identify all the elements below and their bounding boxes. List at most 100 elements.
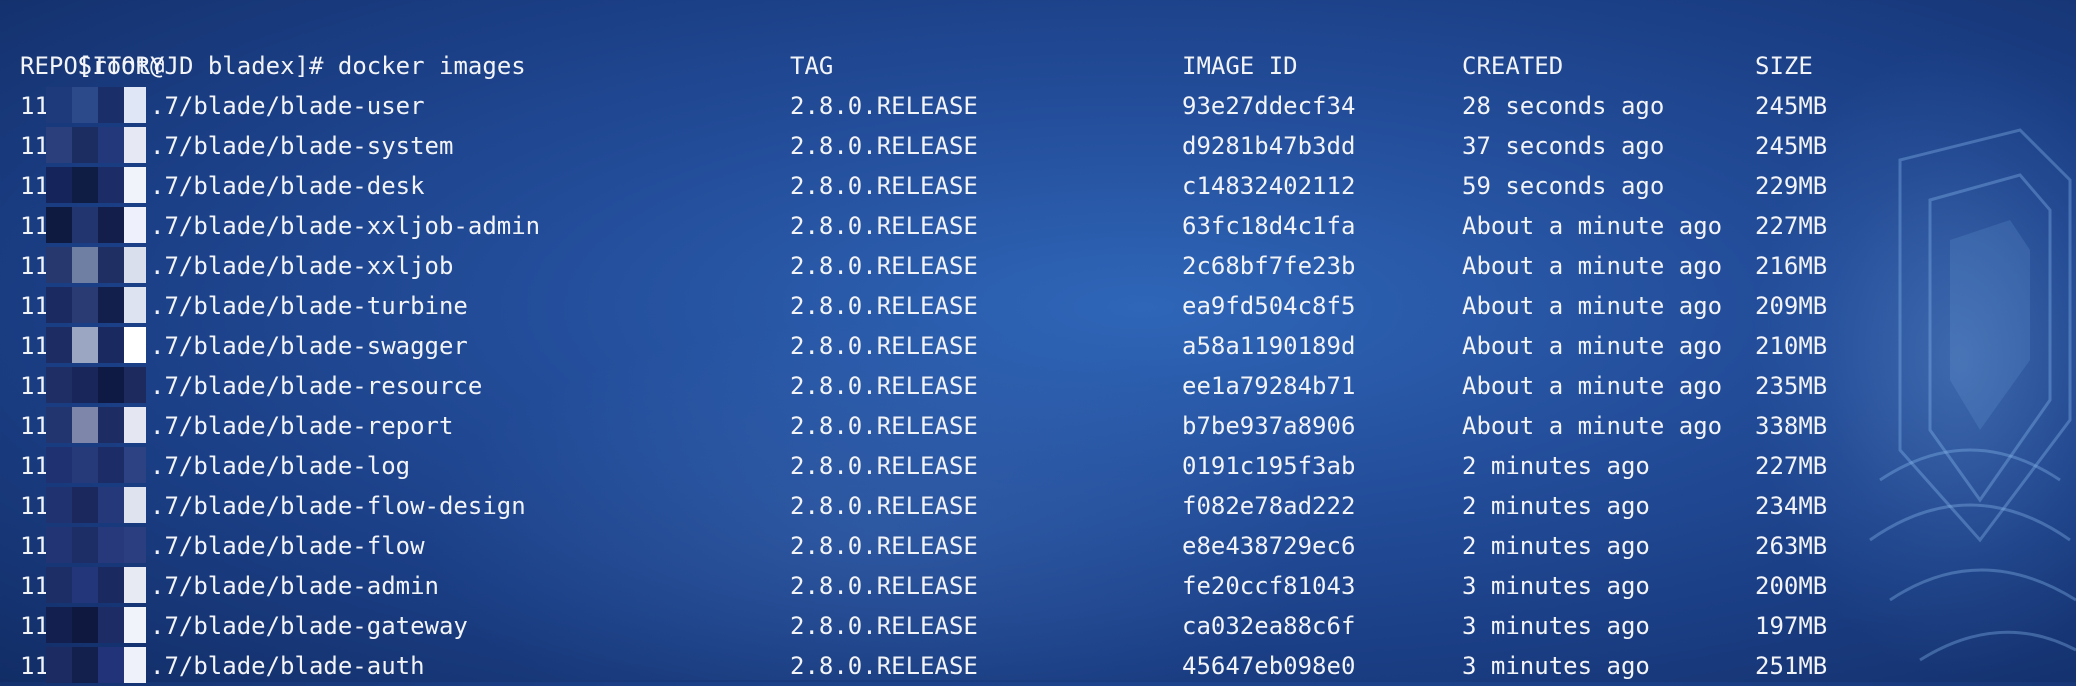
redacted-mosaic — [46, 607, 150, 643]
created-cell: About a minute ago — [1462, 332, 1723, 360]
image-id-cell: fe20ccf81043 — [1182, 572, 1356, 600]
repository-cell: 11 .7/blade/blade-resource — [20, 366, 482, 406]
repository-prefix: 11 — [20, 652, 49, 680]
size-cell: 229MB — [1755, 172, 1828, 200]
size-cell: 338MB — [1755, 412, 1828, 440]
redacted-mosaic — [46, 647, 150, 683]
repository-name: .7/blade/blade-admin — [150, 572, 439, 600]
repository-prefix: 11 — [20, 612, 49, 640]
created-cell: About a minute ago — [1462, 212, 1723, 240]
size-cell: 251MB — [1755, 652, 1828, 680]
created-cell: 28 seconds ago — [1462, 92, 1665, 120]
redacted-mosaic — [46, 447, 150, 483]
repository-name: .7/blade/blade-system — [150, 132, 454, 160]
repository-prefix: 11 — [20, 332, 49, 360]
redacted-mosaic — [46, 327, 150, 363]
repository-name: .7/blade/blade-log — [150, 452, 411, 480]
tag-cell: 2.8.0.RELEASE — [790, 532, 978, 560]
tag-cell: 2.8.0.RELEASE — [790, 292, 978, 320]
tag-cell: 2.8.0.RELEASE — [790, 252, 978, 280]
image-id-cell: e8e438729ec6 — [1182, 532, 1356, 560]
image-id-cell: 63fc18d4c1fa — [1182, 212, 1356, 240]
header-created: CREATED — [1462, 52, 1564, 80]
size-cell: 263MB — [1755, 532, 1828, 560]
repository-cell: 11 .7/blade/blade-swagger — [20, 326, 468, 366]
redacted-mosaic — [46, 247, 150, 283]
repository-prefix: 11 — [20, 452, 49, 480]
repository-name: .7/blade/blade-xxljob-admin — [150, 212, 541, 240]
repository-name: .7/blade/blade-report — [150, 412, 454, 440]
repository-prefix: 11 — [20, 252, 49, 280]
repository-name: .7/blade/blade-auth — [150, 652, 425, 680]
image-id-cell: 0191c195f3ab — [1182, 452, 1356, 480]
repository-cell: 11 .7/blade/blade-admin — [20, 566, 439, 606]
image-id-cell: ca032ea88c6f — [1182, 612, 1356, 640]
size-cell: 227MB — [1755, 212, 1828, 240]
repository-name: .7/blade/blade-resource — [150, 372, 483, 400]
repository-cell: 11 .7/blade/blade-flow-design — [20, 486, 526, 526]
size-cell: 197MB — [1755, 612, 1828, 640]
tag-cell: 2.8.0.RELEASE — [790, 452, 978, 480]
created-cell: 3 minutes ago — [1462, 612, 1650, 640]
size-cell: 235MB — [1755, 372, 1828, 400]
repository-cell: 11 .7/blade/blade-xxljob — [20, 246, 453, 286]
redacted-mosaic — [46, 487, 150, 523]
size-cell: 216MB — [1755, 252, 1828, 280]
table-header: REPOSITORY TAG IMAGE ID CREATED SIZE — [20, 46, 1813, 86]
header-tag: TAG — [790, 52, 834, 80]
size-cell: 234MB — [1755, 492, 1828, 520]
repository-prefix: 11 — [20, 132, 49, 160]
redacted-mosaic — [46, 567, 150, 603]
size-cell: 227MB — [1755, 452, 1828, 480]
redacted-mosaic — [46, 167, 150, 203]
repository-cell: 11 .7/blade/blade-gateway — [20, 606, 468, 646]
size-cell: 245MB — [1755, 132, 1828, 160]
tag-cell: 2.8.0.RELEASE — [790, 652, 978, 680]
image-id-cell: a58a1190189d — [1182, 332, 1356, 360]
image-id-cell: ea9fd504c8f5 — [1182, 292, 1356, 320]
repository-cell: 11 .7/blade/blade-user — [20, 86, 425, 126]
created-cell: 2 minutes ago — [1462, 452, 1650, 480]
image-id-cell: d9281b47b3dd — [1182, 132, 1356, 160]
repository-cell: 11 .7/blade/blade-system — [20, 126, 453, 166]
repository-cell: 11 .7/blade/blade-desk — [20, 166, 425, 206]
created-cell: About a minute ago — [1462, 292, 1723, 320]
redacted-mosaic — [46, 287, 150, 323]
image-id-cell: 2c68bf7fe23b — [1182, 252, 1356, 280]
repository-name: .7/blade/blade-user — [150, 92, 425, 120]
tag-cell: 2.8.0.RELEASE — [790, 412, 978, 440]
repository-cell: 11 .7/blade/blade-auth — [20, 646, 425, 686]
tag-cell: 2.8.0.RELEASE — [790, 612, 978, 640]
size-cell: 200MB — [1755, 572, 1828, 600]
size-cell: 245MB — [1755, 92, 1828, 120]
created-cell: 3 minutes ago — [1462, 652, 1650, 680]
image-id-cell: f082e78ad222 — [1182, 492, 1356, 520]
size-cell: 210MB — [1755, 332, 1828, 360]
header-image-id: IMAGE ID — [1182, 52, 1298, 80]
created-cell: About a minute ago — [1462, 372, 1723, 400]
repository-cell: 11 .7/blade/blade-report — [20, 406, 453, 446]
tag-cell: 2.8.0.RELEASE — [790, 92, 978, 120]
redacted-mosaic — [46, 127, 150, 163]
header-size: SIZE — [1755, 52, 1813, 80]
tag-cell: 2.8.0.RELEASE — [790, 492, 978, 520]
repository-name: .7/blade/blade-swagger — [150, 332, 468, 360]
redacted-mosaic — [46, 207, 150, 243]
tag-cell: 2.8.0.RELEASE — [790, 172, 978, 200]
repository-cell: 11 .7/blade/blade-xxljob-admin — [20, 206, 540, 246]
image-id-cell: b7be937a8906 — [1182, 412, 1356, 440]
repository-prefix: 11 — [20, 92, 49, 120]
command-prompt: [root@JD bladex]# docker images — [20, 6, 526, 80]
created-cell: 3 minutes ago — [1462, 572, 1650, 600]
created-cell: 2 minutes ago — [1462, 532, 1650, 560]
wallpaper-emblem-icon — [1869, 128, 2076, 662]
redacted-mosaic — [46, 527, 150, 563]
created-cell: 59 seconds ago — [1462, 172, 1665, 200]
repository-name: .7/blade/blade-xxljob — [150, 252, 454, 280]
created-cell: 37 seconds ago — [1462, 132, 1665, 160]
image-id-cell: c14832402112 — [1182, 172, 1356, 200]
repository-prefix: 11 — [20, 412, 49, 440]
tag-cell: 2.8.0.RELEASE — [790, 212, 978, 240]
repository-name: .7/blade/blade-gateway — [150, 612, 468, 640]
repository-prefix: 11 — [20, 572, 49, 600]
